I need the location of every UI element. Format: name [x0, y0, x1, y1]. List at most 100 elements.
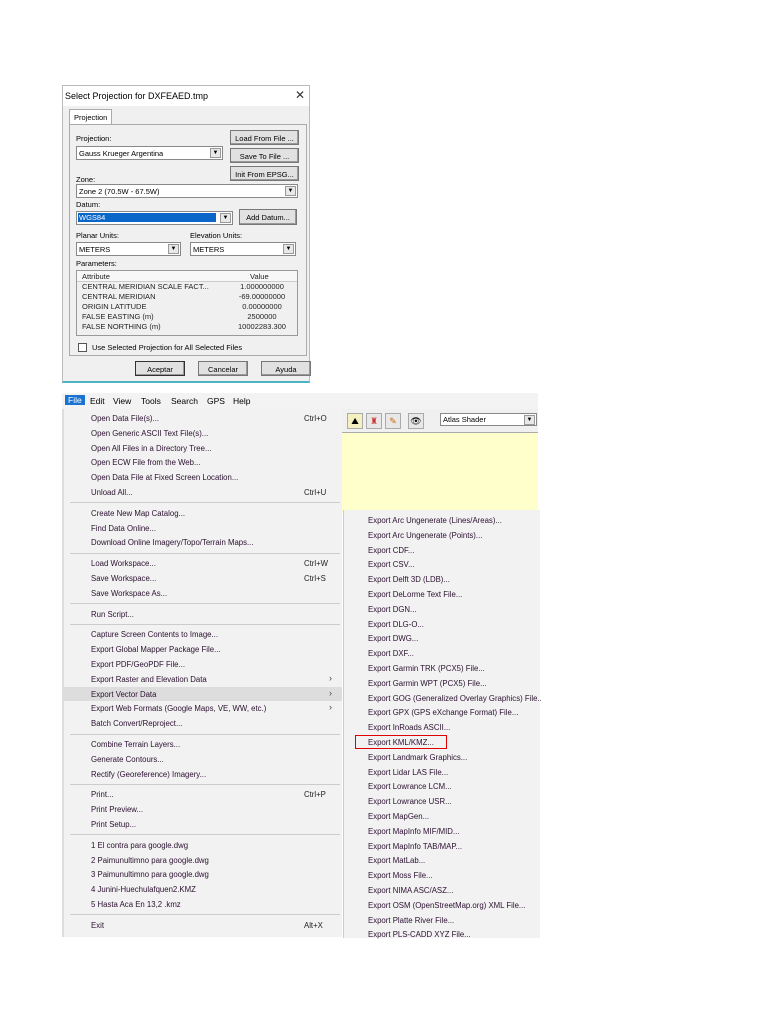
- table-row[interactable]: CENTRAL MERIDIAN SCALE FACT... 1.00000000…: [77, 282, 297, 292]
- submenu-item[interactable]: Export Platte River File...: [344, 913, 541, 928]
- submenu-item[interactable]: Export InRoads ASCII...: [344, 720, 541, 735]
- menu-item[interactable]: Open Data File at Fixed Screen Location.…: [64, 470, 342, 485]
- submenu-item[interactable]: Export Garmin TRK (PCX5) File...: [344, 661, 541, 676]
- menu-item[interactable]: Open ECW File from the Web...: [64, 455, 342, 470]
- menu-item[interactable]: Rectify (Georeference) Imagery...: [64, 767, 342, 782]
- submenu-item[interactable]: Export Garmin WPT (PCX5) File...: [344, 676, 541, 691]
- menu-search[interactable]: Search: [171, 396, 198, 406]
- menu-view[interactable]: View: [113, 396, 131, 406]
- help-button[interactable]: Ayuda: [261, 361, 311, 376]
- submenu-item[interactable]: Export DLG-O...: [344, 617, 541, 632]
- menu-item-shortcut: Ctrl+P: [304, 790, 326, 800]
- submenu-item[interactable]: Export Lowrance LCM...: [344, 779, 541, 794]
- menu-help[interactable]: Help: [233, 396, 250, 406]
- pencil-icon[interactable]: ✎: [385, 413, 401, 429]
- submenu-item[interactable]: Export GPX (GPS eXchange Format) File...: [344, 705, 541, 720]
- menu-item[interactable]: Print... Ctrl+P: [64, 787, 342, 802]
- table-row[interactable]: ORIGIN LATITUDE 0.00000000: [77, 302, 297, 312]
- submenu-item[interactable]: Export Arc Ungenerate (Lines/Areas)...: [344, 513, 541, 528]
- ok-button[interactable]: Aceptar: [135, 361, 185, 376]
- planar-units-select[interactable]: METERS ▼: [76, 242, 181, 256]
- menu-item[interactable]: Save Workspace... Ctrl+S: [64, 571, 342, 586]
- shader-select[interactable]: Atlas Shader ▼: [440, 413, 537, 426]
- menu-item-label: Rectify (Georeference) Imagery...: [91, 769, 207, 779]
- submenu-item[interactable]: Export NIMA ASC/ASZ...: [344, 883, 541, 898]
- menu-item[interactable]: Export Global Mapper Package File...: [64, 642, 342, 657]
- submenu-item[interactable]: Export DGN...: [344, 602, 541, 617]
- elevation-units-select[interactable]: METERS ▼: [190, 242, 296, 256]
- submenu-item[interactable]: Export DWG...: [344, 631, 541, 646]
- submenu-item[interactable]: Export Lidar LAS File...: [344, 765, 541, 780]
- submenu-item[interactable]: Export Delft 3D (LDB)...: [344, 572, 541, 587]
- zone-select[interactable]: Zone 2 (70.5W - 67.5W) ▼: [76, 184, 298, 198]
- menu-item[interactable]: Export Raster and Elevation Data ›: [64, 672, 342, 687]
- init-from-epsg-button[interactable]: Init From EPSG...: [230, 166, 299, 181]
- submenu-item[interactable]: Export CSV...: [344, 557, 541, 572]
- binoculars-icon[interactable]: 👁: [408, 413, 424, 429]
- submenu-item[interactable]: Export Landmark Graphics...: [344, 750, 541, 765]
- menu-item[interactable]: Save Workspace As...: [64, 586, 342, 601]
- menu-tools[interactable]: Tools: [141, 396, 161, 406]
- submenu-item[interactable]: Export DXF...: [344, 646, 541, 661]
- menu-item[interactable]: Create New Map Catalog...: [64, 506, 342, 521]
- submenu-item[interactable]: Export Moss File...: [344, 868, 541, 883]
- menu-item[interactable]: 1 El contra para google.dwg: [64, 838, 342, 853]
- menu-file[interactable]: File: [65, 395, 85, 405]
- column-value[interactable]: Value: [250, 272, 269, 281]
- menu-item[interactable]: Export Web Formats (Google Maps, VE, WW,…: [64, 701, 342, 716]
- menu-item[interactable]: 2 Paimunultimno para google.dwg: [64, 853, 342, 868]
- menu-item[interactable]: Open Generic ASCII Text File(s)...: [64, 426, 342, 441]
- menu-item[interactable]: Open All Files in a Directory Tree...: [64, 441, 342, 456]
- menu-item[interactable]: Exit Alt+X: [64, 918, 342, 933]
- menu-item[interactable]: Print Setup...: [64, 817, 342, 832]
- menu-item[interactable]: Print Preview...: [64, 802, 342, 817]
- menu-edit[interactable]: Edit: [90, 396, 105, 406]
- menu-item[interactable]: Export Vector Data ›: [64, 686, 342, 702]
- tower-icon[interactable]: ♜: [366, 413, 382, 429]
- menu-item[interactable]: Find Data Online...: [64, 521, 342, 536]
- submenu-item[interactable]: Export OSM (OpenStreetMap.org) XML File.…: [344, 898, 541, 913]
- cancel-button[interactable]: Cancelar: [198, 361, 248, 376]
- menu-item[interactable]: 3 Paimunultimno para google.dwg: [64, 867, 342, 882]
- table-row[interactable]: FALSE EASTING (m) 2500000: [77, 312, 297, 322]
- submenu-item[interactable]: Export MatLab...: [344, 853, 541, 868]
- menu-item[interactable]: Combine Terrain Layers...: [64, 737, 342, 752]
- submenu-item[interactable]: Export MapInfo TAB/MAP...: [344, 839, 541, 854]
- submenu-item[interactable]: Export PLS-CADD XYZ File...: [344, 927, 541, 942]
- close-icon[interactable]: ✕: [295, 88, 305, 102]
- submenu-item[interactable]: Export CDF...: [344, 543, 541, 558]
- menu-item[interactable]: Download Online Imagery/Topo/Terrain Map…: [64, 535, 342, 550]
- menu-item[interactable]: Generate Contours...: [64, 752, 342, 767]
- menu-item[interactable]: Load Workspace... Ctrl+W: [64, 556, 342, 571]
- menu-item[interactable]: Unload All... Ctrl+U: [64, 485, 342, 500]
- menu-item[interactable]: 5 Hasta Aca En 13,2 .kmz: [64, 897, 342, 912]
- submenu-item[interactable]: Export Lowrance USR...: [344, 794, 541, 809]
- toolbar: ⛰ ♜ ✎ 👁 Atlas Shader ▼: [342, 409, 538, 433]
- map-view[interactable]: [342, 433, 538, 513]
- menu-item[interactable]: Batch Convert/Reproject...: [64, 716, 342, 731]
- submenu-item[interactable]: Export DeLorme Text File...: [344, 587, 541, 602]
- submenu-item[interactable]: Export MapInfo MIF/MID...: [344, 824, 541, 839]
- use-for-all-checkbox[interactable]: [78, 343, 87, 352]
- shader-icon[interactable]: ⛰: [347, 413, 363, 429]
- menu-item-label: Export Global Mapper Package File...: [91, 645, 221, 655]
- menu-gps[interactable]: GPS: [207, 396, 225, 406]
- save-to-file-button[interactable]: Save To File ...: [230, 148, 299, 163]
- menu-item[interactable]: Open Data File(s)... Ctrl+O: [64, 411, 342, 426]
- submenu-item[interactable]: Export MapGen...: [344, 809, 541, 824]
- add-datum-button[interactable]: Add Datum...: [239, 209, 297, 225]
- menu-item[interactable]: Export PDF/GeoPDF File...: [64, 657, 342, 672]
- projection-select[interactable]: Gauss Krueger Argentina ▼: [76, 146, 223, 160]
- parameters-label: Parameters:: [76, 259, 117, 268]
- menu-item[interactable]: Run Script...: [64, 607, 342, 622]
- tab-projection[interactable]: Projection: [69, 109, 113, 125]
- datum-select[interactable]: WGS84 ▼: [76, 211, 233, 225]
- submenu-item[interactable]: Export GOG (Generalized Overlay Graphics…: [344, 691, 541, 706]
- menu-item[interactable]: 4 Junini-Huechulafquen2.KMZ: [64, 882, 342, 897]
- table-row[interactable]: CENTRAL MERIDIAN -69.00000000: [77, 292, 297, 302]
- column-attribute[interactable]: Attribute: [82, 272, 110, 281]
- submenu-item[interactable]: Export Arc Ungenerate (Points)...: [344, 528, 541, 543]
- table-row[interactable]: FALSE NORTHING (m) 10002283.300: [77, 322, 297, 332]
- menu-item[interactable]: Capture Screen Contents to Image...: [64, 627, 342, 642]
- load-from-file-button[interactable]: Load From File ...: [230, 130, 299, 145]
